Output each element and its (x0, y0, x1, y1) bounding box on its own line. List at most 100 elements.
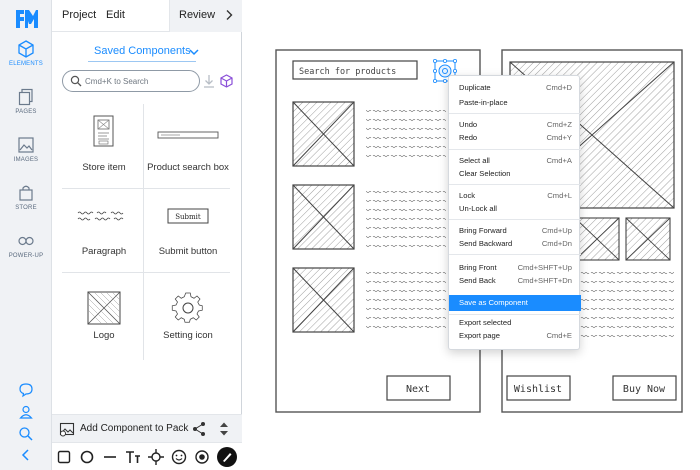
rail-powerup-label: POWER-UP (8, 253, 44, 259)
cube-icon[interactable] (220, 74, 233, 88)
infinity-icon (18, 236, 34, 246)
component-submit-button[interactable]: Submit Submit button (146, 188, 230, 273)
menu-item-shortcut: Cmd+Dn (541, 239, 572, 248)
search-box (62, 70, 200, 92)
rectangle-tool-icon[interactable] (55, 448, 73, 466)
menu-item-export-page[interactable]: Export page Cmd+E (449, 330, 581, 343)
menu-item-redo[interactable]: Redo Cmd+Y (449, 132, 581, 145)
scribble-text-icon (77, 211, 124, 221)
rail-images[interactable]: IMAGES (0, 136, 52, 163)
search-icon (70, 75, 82, 87)
menu-item-paste-in-place[interactable]: Paste-in-place (449, 97, 581, 110)
menu-project[interactable]: Project (62, 9, 96, 21)
components-panel: Project Edit Review Saved Components Sto… (52, 0, 242, 470)
component-store-item[interactable]: Store item (62, 104, 146, 189)
menu-item-undo[interactable]: Undo Cmd+Z (449, 119, 581, 132)
menu-item-shortcut: Cmd+E (546, 331, 572, 340)
component-grid: Store item Product search box Paragraph … (62, 104, 230, 360)
circle-tool-icon[interactable] (78, 448, 96, 466)
collapse-chevron-icon[interactable] (18, 447, 34, 463)
menu-edit[interactable]: Edit (106, 9, 125, 21)
user-icon[interactable] (18, 404, 34, 420)
rail-store[interactable]: STORE (0, 184, 52, 211)
menu-item-shortcut: Cmd+SHFT+Up (517, 263, 572, 272)
component-label: Store item (82, 162, 126, 173)
shape-toolbar (52, 442, 242, 470)
menu-item-label: Duplicate (459, 83, 491, 92)
review-button[interactable]: Review (169, 0, 242, 32)
rail-elements[interactable]: ELEMENTS (0, 40, 52, 67)
cube-icon (18, 40, 34, 58)
add-component-to-pack-button[interactable]: Add Component to Pack (80, 423, 188, 434)
context-menu: Duplicate Cmd+D Paste-in-place Undo Cmd+Z … (448, 75, 581, 350)
menu-item-label: Clear Selection (459, 169, 511, 178)
expand-collapse-icon[interactable] (217, 420, 231, 438)
menu-separator (449, 113, 581, 114)
menu-item-label: Send Backward (459, 239, 513, 248)
menu-item-label: Export selected (459, 318, 512, 327)
menu-item-shortcut: Cmd+Z (546, 120, 572, 129)
menu-item-lock[interactable]: Lock Cmd+L (449, 190, 581, 203)
rail-pages[interactable]: PAGES (0, 88, 52, 115)
review-label: Review (179, 9, 216, 21)
component-logo[interactable]: Logo (62, 272, 146, 357)
title-underline (88, 61, 196, 62)
canvas-buy-now-button: Buy Now (623, 384, 666, 395)
radio-tool-icon[interactable] (193, 448, 211, 466)
menu-item-send-backward[interactable]: Send Backward Cmd+Dn (449, 238, 581, 251)
menu-item-select-all[interactable]: Select all Cmd+A (449, 155, 581, 168)
menu-item-label: Undo (459, 120, 478, 129)
component-paragraph[interactable]: Paragraph (62, 188, 146, 273)
line-tool-icon[interactable] (101, 448, 119, 466)
menu-item-send-back[interactable]: Send Back Cmd+SHFT+Dn (449, 275, 581, 288)
left-rail: ELEMENTS PAGES IMAGES STORE POWER-UP (0, 0, 52, 470)
move-tool-icon[interactable] (147, 448, 165, 466)
text-tool-icon[interactable] (124, 448, 142, 466)
rail-pages-label: PAGES (15, 109, 37, 115)
menu-item-export-selected[interactable]: Export selected (449, 317, 581, 330)
menu-item-unlock-all[interactable]: Un-Lock all (449, 203, 581, 216)
component-label: Setting icon (163, 330, 213, 341)
chat-icon[interactable] (18, 382, 34, 398)
menu-item-shortcut: Cmd+Y (546, 133, 572, 142)
component-label: Submit button (158, 246, 218, 257)
download-icon[interactable] (202, 73, 216, 89)
menu-item-shortcut: Cmd+SHFT+Dn (517, 276, 572, 285)
menu-item-label: Paste-in-place (459, 98, 508, 107)
share-icon[interactable] (192, 421, 206, 437)
app-logo-icon[interactable] (14, 8, 38, 30)
search-input[interactable] (85, 74, 195, 88)
menu-separator (449, 184, 581, 185)
rail-powerup[interactable]: POWER-UP (0, 232, 52, 259)
menu-item-label: Redo (459, 133, 478, 142)
pack-image-icon (59, 422, 75, 437)
submit-button-icon: Submit (167, 208, 209, 224)
menu-item-bring-front[interactable]: Bring Front Cmd+SHFT+Up (449, 262, 581, 275)
canvas-search-placeholder: Search for products (299, 67, 396, 77)
menu-item-shortcut: Cmd+D (546, 83, 572, 92)
menu-item-clear-selection[interactable]: Clear Selection (449, 168, 581, 181)
crossed-box-icon (87, 291, 121, 325)
component-product-search-box[interactable]: Product search box (146, 104, 230, 189)
saved-components-dropdown[interactable]: Saved Components (94, 45, 191, 57)
brush-tool-icon[interactable] (216, 446, 238, 468)
chevron-down-icon[interactable] (188, 47, 200, 57)
canvas-wishlist-button: Wishlist (514, 384, 562, 395)
component-label: Paragraph (81, 246, 127, 257)
canvas-next-button: Next (406, 384, 430, 395)
bag-icon (19, 185, 33, 201)
emoji-tool-icon[interactable] (170, 448, 188, 466)
menubar: Project Edit Review (52, 0, 242, 32)
zoom-icon[interactable] (18, 426, 34, 442)
menu-item-save-as-component[interactable]: Save as Component (449, 295, 581, 311)
component-label: Product search box (147, 162, 229, 173)
menu-separator (449, 314, 581, 315)
menu-item-label: Lock (459, 191, 476, 200)
component-setting-icon[interactable]: Setting icon (146, 272, 230, 357)
menu-item-duplicate[interactable]: Duplicate Cmd+D (449, 82, 581, 95)
rail-store-label: STORE (15, 205, 37, 211)
menu-separator (449, 219, 581, 220)
menu-separator (449, 149, 581, 150)
menu-item-bring-forward[interactable]: Bring Forward Cmd+Up (449, 225, 581, 238)
rail-images-label: IMAGES (13, 157, 39, 163)
